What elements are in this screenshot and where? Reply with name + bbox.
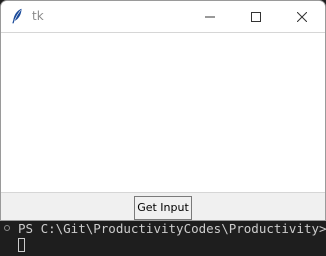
- terminal-cursor: [18, 238, 25, 252]
- get-input-button[interactable]: Get Input: [134, 196, 192, 220]
- title-bar[interactable]: tk: [1, 1, 325, 32]
- content-area: [1, 32, 325, 193]
- minimize-icon: [205, 12, 215, 22]
- close-button[interactable]: [279, 1, 325, 32]
- tk-window: tk Get Input: [0, 0, 326, 221]
- maximize-button[interactable]: [233, 1, 279, 32]
- close-icon: [297, 11, 307, 22]
- maximize-icon: [251, 11, 261, 22]
- feather-icon: [11, 8, 23, 24]
- command-status-icon: [4, 225, 10, 231]
- window-title: tk: [32, 9, 44, 23]
- minimize-button[interactable]: [187, 1, 233, 32]
- terminal-prompt: PS C:\Git\ProductivityCodes\Productivity…: [18, 221, 326, 236]
